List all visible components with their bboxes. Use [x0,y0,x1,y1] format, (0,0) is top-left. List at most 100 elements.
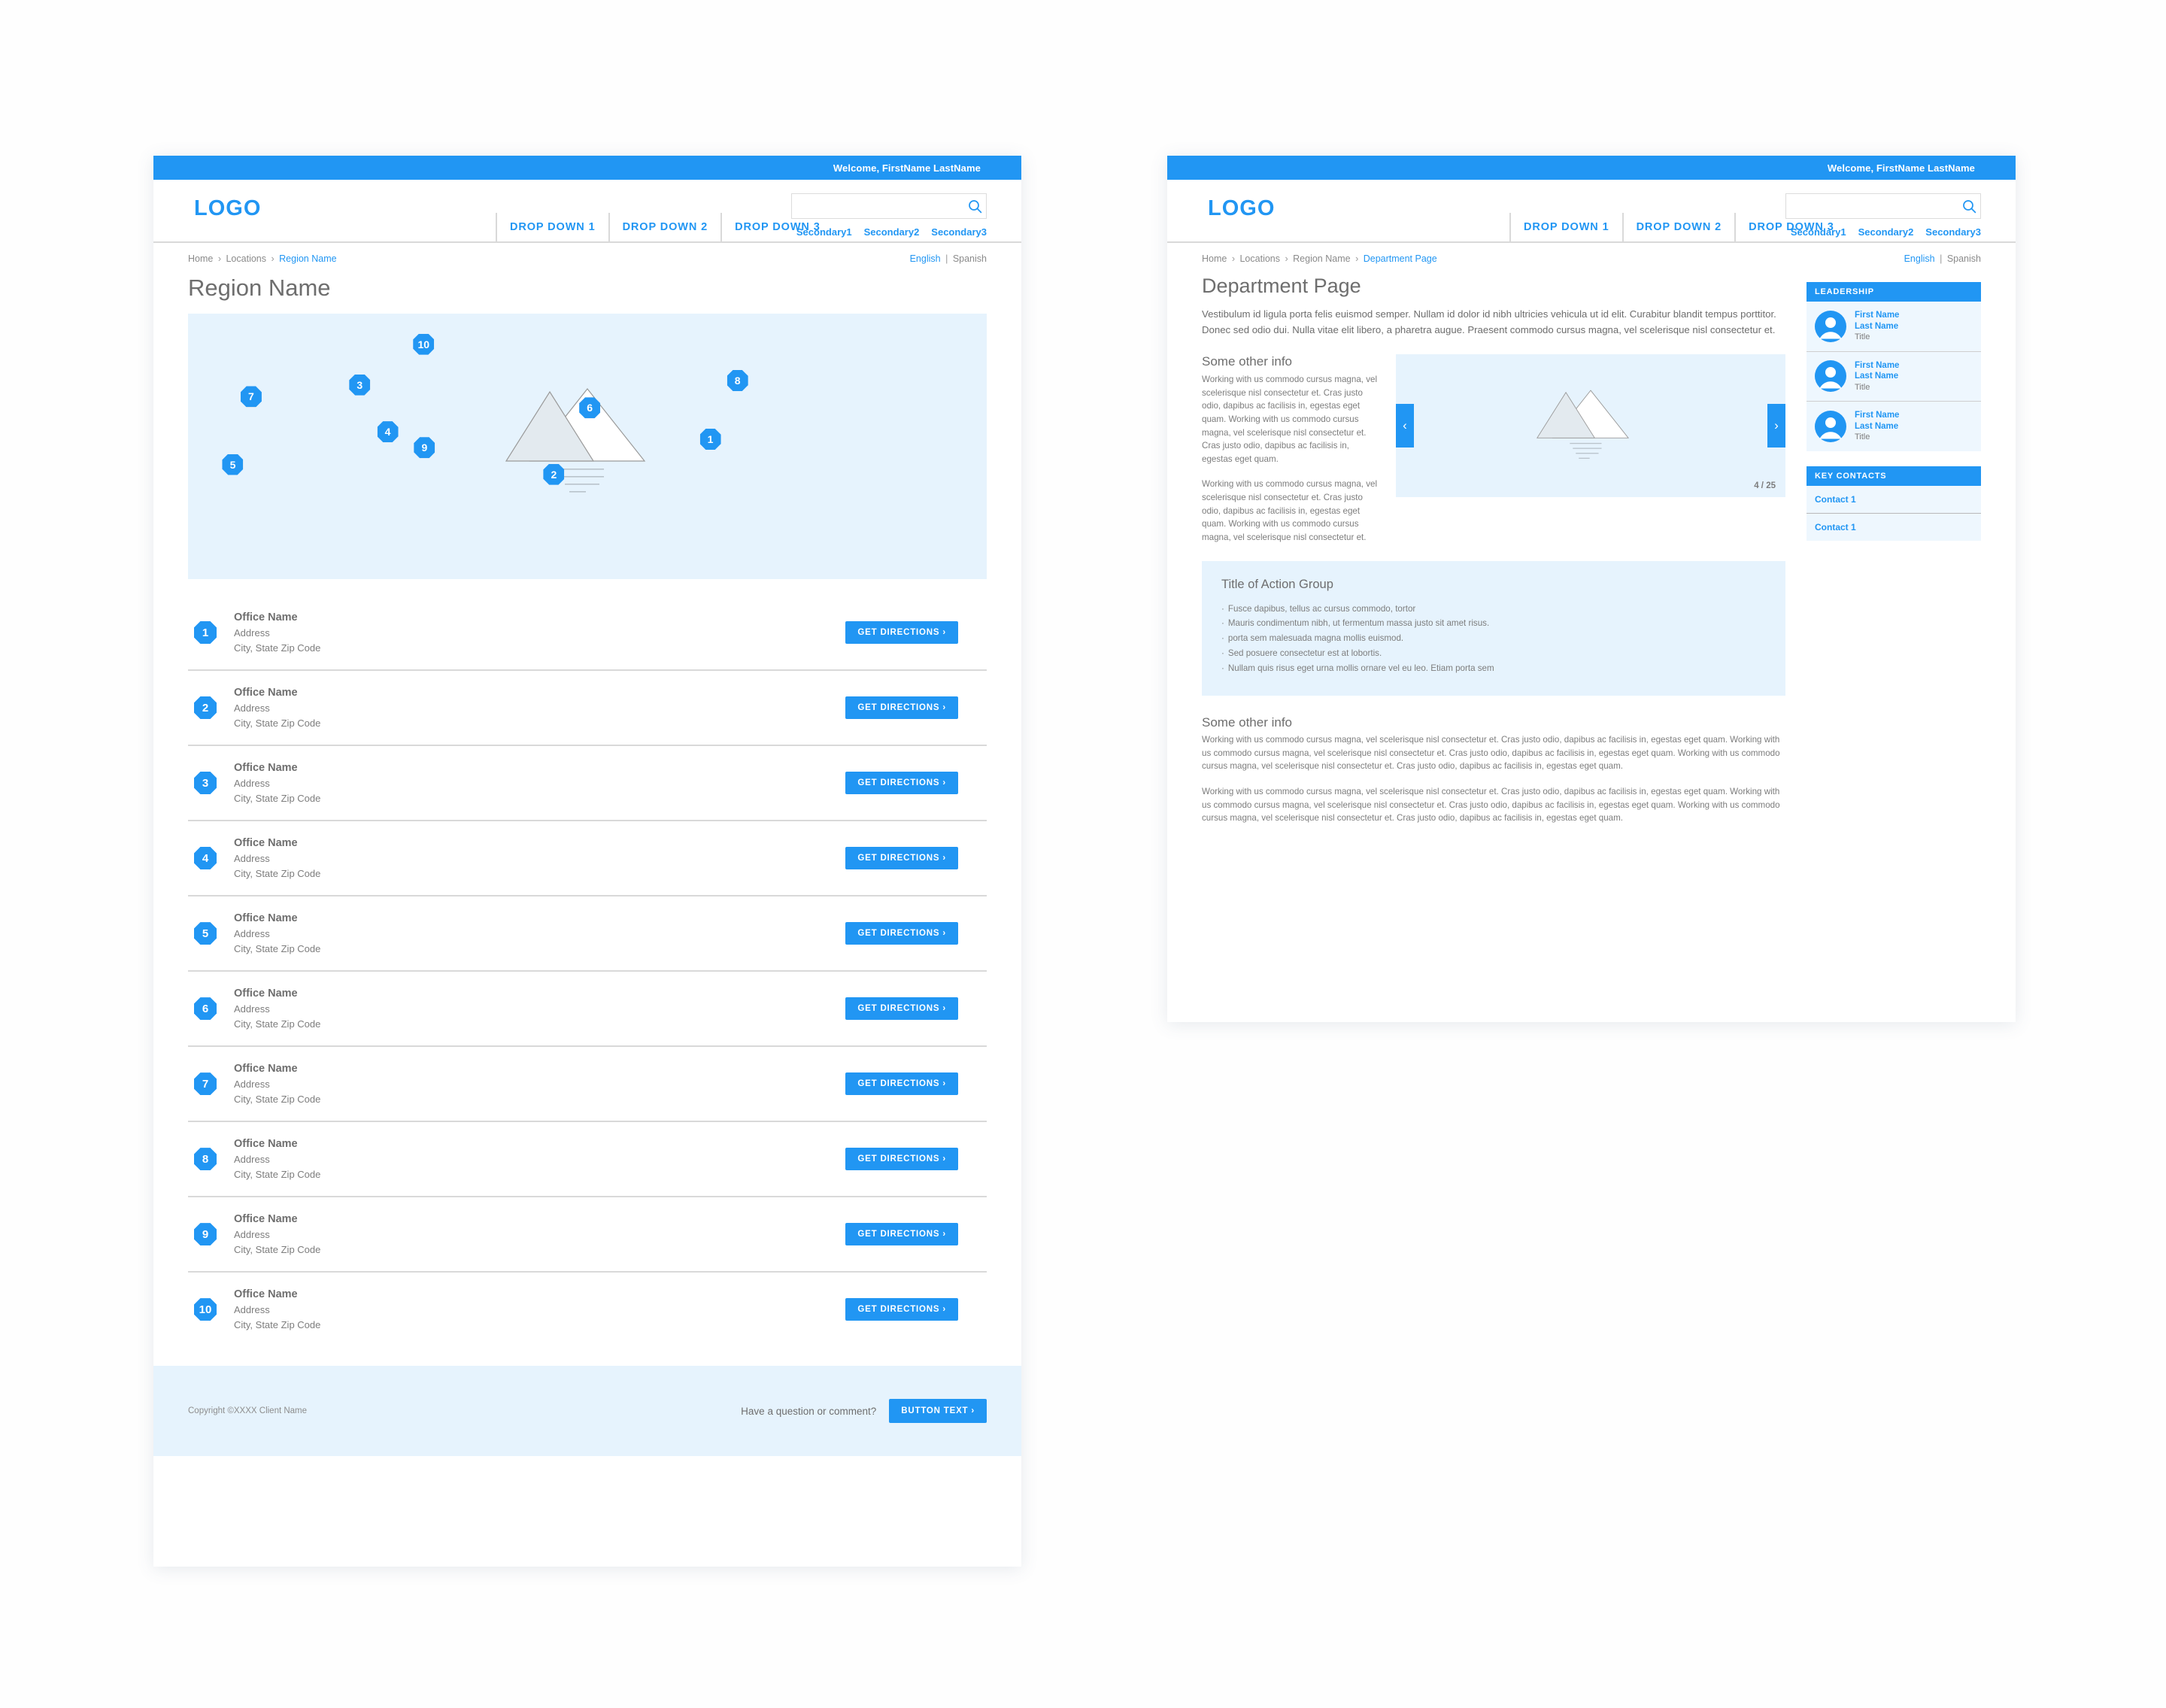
search-box[interactable] [791,193,987,219]
table-row: 8 Office Name Address City, State Zip Co… [188,1122,987,1198]
leader-last-name: Last Name [1855,321,1899,331]
search-input[interactable] [792,194,963,218]
logo[interactable]: LOGO [1208,198,1275,220]
breadcrumb: Home › Locations › Region Name › Departm… [1202,253,1437,264]
breadcrumb-current[interactable]: Department Page [1364,253,1437,264]
contact-link[interactable]: Contact 1 [1815,494,1856,505]
get-directions-button[interactable]: GET DIRECTIONS › [845,621,958,644]
breadcrumb-current[interactable]: Region Name [279,253,336,264]
footer-cta-group: Have a question or comment? BUTTON TEXT … [741,1399,987,1424]
office-address: Address [234,702,270,714]
secondary-link-1[interactable]: Secondary1 [1791,226,1846,238]
office-citystate: City, State Zip Code [234,1093,321,1105]
office-number-badge: 7 [194,1072,217,1096]
footer-question-text: Have a question or comment? [741,1405,877,1417]
list-item[interactable]: · Sed posuere consectetur est at lobortis… [1221,646,1766,661]
map-marker[interactable]: 7 [240,386,262,408]
map-marker[interactable]: 10 [413,333,435,355]
map-marker[interactable]: 3 [349,374,371,396]
bullet-icon: · [1221,663,1224,674]
office-address: Address [234,1078,270,1091]
secondary-link-3[interactable]: Secondary3 [1925,226,1981,238]
get-directions-button[interactable]: GET DIRECTIONS › [845,772,958,795]
get-directions-button[interactable]: GET DIRECTIONS › [845,847,958,870]
table-row: 6 Office Name Address City, State Zip Co… [188,972,987,1048]
nav-dropdown-2[interactable]: DROP DOWN 2 [610,213,723,241]
office-citystate: City, State Zip Code [234,642,321,654]
list-item[interactable]: First Name Last Name Title [1807,402,1981,451]
map-marker[interactable]: 8 [727,369,748,391]
nav-dropdown-1[interactable]: DROP DOWN 1 [496,213,610,241]
get-directions-button[interactable]: GET DIRECTIONS › [845,997,958,1021]
leader-text: First Name Last Name Title [1855,310,1899,343]
list-item[interactable]: First Name Last Name Title [1807,352,1981,402]
get-directions-button[interactable]: GET DIRECTIONS › [845,1072,958,1096]
locations-map[interactable]: 10 8 3 7 6 1 4 9 5 2 [188,314,987,579]
secondary-link-2[interactable]: Secondary2 [1858,226,1914,238]
office-address: Address [234,1003,270,1015]
office-name: Office Name [234,1138,298,1151]
list-item[interactable]: · Fusce dapibus, tellus ac cursus commodo… [1221,602,1766,617]
language-english[interactable]: English [1904,253,1935,264]
contact-link[interactable]: Contact 1 [1815,522,1856,532]
breadcrumb-bar: Home › Locations › Region Name English |… [153,243,1021,264]
table-row: 5 Office Name Address City, State Zip Co… [188,896,987,972]
breadcrumb-home[interactable]: Home [1202,253,1227,264]
get-directions-button[interactable]: GET DIRECTIONS › [845,1223,958,1246]
footer-button[interactable]: BUTTON TEXT › [889,1399,987,1424]
nav-dropdown-1[interactable]: DROP DOWN 1 [1509,213,1624,241]
action-group-title: Title of Action Group [1221,577,1333,591]
map-marker[interactable]: 9 [414,437,435,459]
map-marker[interactable]: 6 [579,397,601,419]
map-marker[interactable]: 2 [543,463,565,485]
get-directions-button[interactable]: GET DIRECTIONS › [845,922,958,945]
list-item[interactable]: Contact 1 [1807,514,1981,541]
section-heading: Some other info [1202,354,1293,369]
get-directions-button[interactable]: GET DIRECTIONS › [845,696,958,720]
search-input[interactable] [1786,194,1958,218]
breadcrumb-region[interactable]: Region Name [1293,253,1350,264]
secondary-link-3[interactable]: Secondary3 [931,226,987,238]
language-spanish[interactable]: Spanish [953,253,987,264]
breadcrumb-separator: › [1285,253,1288,264]
office-citystate: City, State Zip Code [234,1243,321,1255]
breadcrumb-home[interactable]: Home [188,253,213,264]
carousel-prev-button[interactable]: ‹ [1396,404,1414,448]
list-item[interactable]: Contact 1 [1807,486,1981,514]
info-carousel-row: Some other info Working with us commodo … [1202,354,1785,544]
office-name: Office Name [234,987,298,1000]
list-item[interactable]: · porta sem malesuada magna mollis euismo… [1221,631,1766,646]
table-row: 2 Office Name Address City, State Zip Co… [188,671,987,747]
list-item-label: Fusce dapibus, tellus ac cursus commodo,… [1227,603,1416,614]
search-icon[interactable] [1958,199,1980,214]
table-row: 3 Office Name Address City, State Zip Co… [188,746,987,822]
search-icon[interactable] [963,199,986,214]
get-directions-button[interactable]: GET DIRECTIONS › [845,1298,958,1321]
list-item[interactable]: · Nullam quis risus eget urna mollis orna… [1221,661,1766,676]
map-marker[interactable]: 4 [377,421,399,443]
image-carousel[interactable]: ‹ › 4 / 25 [1396,354,1785,498]
search-box[interactable] [1785,193,1981,219]
secondary-link-1[interactable]: Secondary1 [796,226,852,238]
get-directions-button[interactable]: GET DIRECTIONS › [845,1148,958,1171]
leader-last-name: Last Name [1855,421,1899,431]
office-citystate: City, State Zip Code [234,867,321,879]
key-contacts-widget: KEY CONTACTS Contact 1 Contact 1 [1807,466,1981,541]
language-spanish[interactable]: Spanish [1947,253,1981,264]
leader-title: Title [1855,382,1870,392]
nav-dropdown-2[interactable]: DROP DOWN 2 [1624,213,1737,241]
list-item[interactable]: · Mauris condimentum nibh, ut fermentum m… [1221,616,1766,631]
office-info: Office Name Address City, State Zip Code [234,610,845,655]
map-marker[interactable]: 1 [699,428,721,450]
list-item[interactable]: First Name Last Name Title [1807,302,1981,352]
office-address: Address [234,1304,270,1316]
language-english[interactable]: English [910,253,941,264]
carousel-next-button[interactable]: › [1767,404,1785,448]
office-info: Office Name Address City, State Zip Code [234,1136,845,1182]
breadcrumb-locations[interactable]: Locations [1239,253,1280,264]
avatar [1815,360,1846,393]
logo[interactable]: LOGO [194,198,261,220]
secondary-link-2[interactable]: Secondary2 [864,226,920,238]
map-marker[interactable]: 5 [222,454,244,475]
breadcrumb-locations[interactable]: Locations [226,253,266,264]
